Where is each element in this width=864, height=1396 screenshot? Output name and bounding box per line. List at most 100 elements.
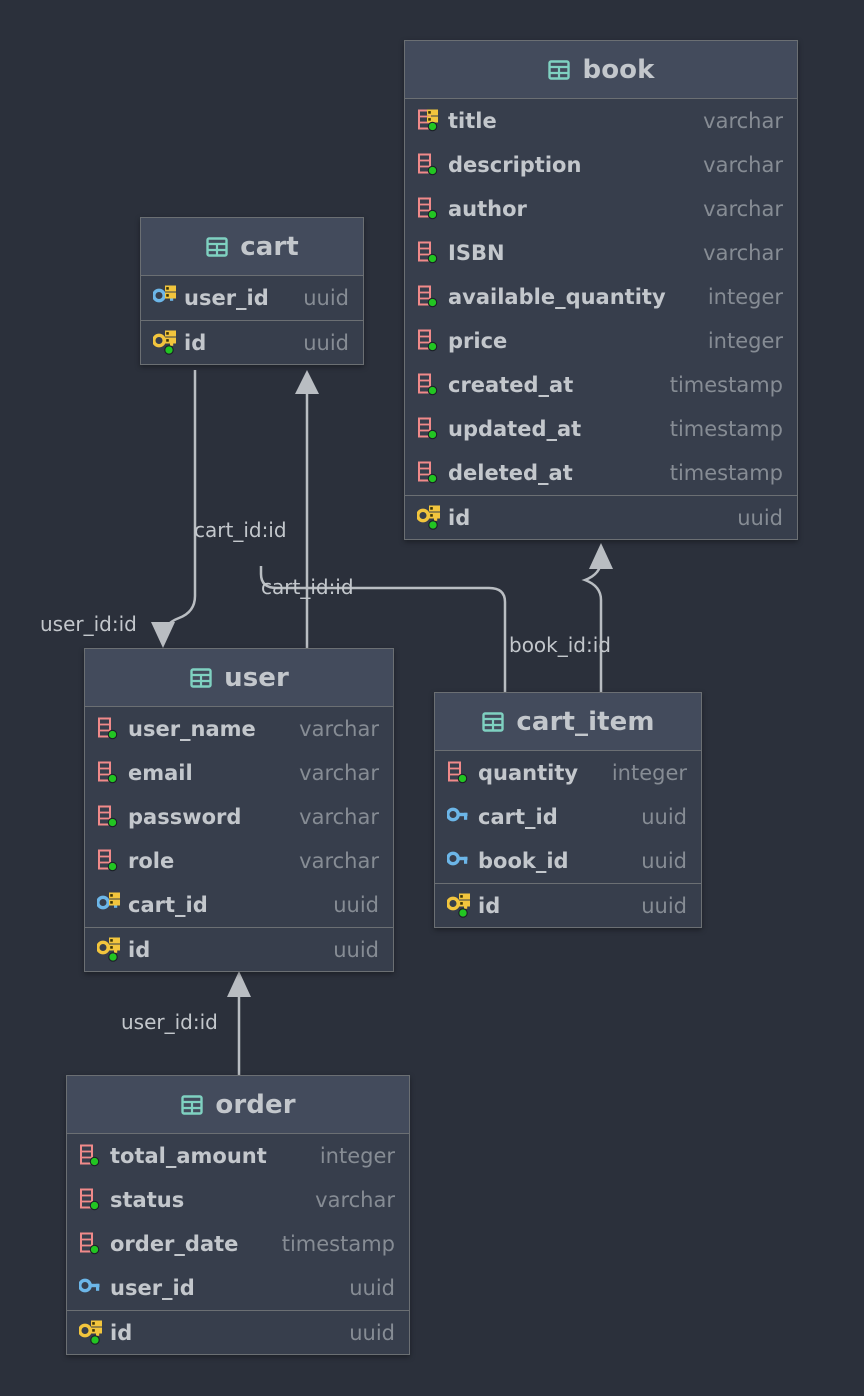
column-name: user_id [110,1276,195,1300]
column-name: book_id [478,849,569,873]
column-name: updated_at [448,417,582,441]
column-row[interactable]: quantity integer [435,751,701,795]
column-row[interactable]: status varchar [67,1178,409,1222]
table-node-order[interactable]: order total_amount integer status varchar ord… [66,1075,410,1355]
foreign-key-indexed-icon [152,285,176,311]
column-name: deleted_at [448,461,573,485]
column-name: id [478,893,501,918]
column-row[interactable]: cart_id uuid [435,795,701,839]
foreign-key-icon [446,804,469,830]
column-row[interactable]: ISBN varchar [405,231,797,275]
table-header-cart_item[interactable]: cart_item [435,693,701,751]
column-type: integer [611,761,687,785]
column-name: id [184,330,207,355]
column-name: user_id [184,286,269,310]
column-name: created_at [448,373,574,397]
table-icon [180,1093,204,1117]
table-header-order[interactable]: order [67,1076,409,1134]
column-name: id [448,505,471,530]
column-name: author [448,197,527,221]
primary-key-row[interactable]: id uuid [141,320,363,364]
column-row[interactable]: book_id uuid [435,839,701,883]
table-node-book[interactable]: book title varchar description varchar author… [404,40,798,540]
primary-key-icon [78,1320,102,1346]
foreign-key-icon [78,1275,101,1301]
column-row[interactable]: deleted_at timestamp [405,451,797,495]
column-type: varchar [299,849,379,873]
column-type: timestamp [669,461,783,485]
column-row[interactable]: cart_id uuid [85,883,393,927]
column-row[interactable]: author varchar [405,187,797,231]
column-icon [97,848,119,874]
column-icon [447,760,469,786]
column-icon [417,460,439,486]
edge-label-cart-id-id-1: cart_id:id [194,518,287,542]
column-row[interactable]: email varchar [85,751,393,795]
table-header-cart[interactable]: cart [141,218,363,276]
column-type: uuid [641,805,687,829]
primary-key-icon [446,893,470,919]
column-icon [417,328,439,354]
column-type: varchar [299,761,379,785]
table-icon [481,710,505,734]
column-name: quantity [478,761,579,785]
primary-key-row[interactable]: id uuid [67,1310,409,1354]
column-type: uuid [333,893,379,917]
column-type: varchar [299,717,379,741]
column-name: role [128,849,175,873]
column-name: cart_id [128,893,208,917]
table-header-book[interactable]: book [405,41,797,99]
column-icon [417,416,439,442]
column-icon [417,196,439,222]
column-type: varchar [299,805,379,829]
column-list: total_amount integer status varchar order_da… [67,1134,409,1354]
table-icon [189,666,213,690]
column-row[interactable]: order_date timestamp [67,1222,409,1266]
edge-cart-user [161,370,197,639]
column-row[interactable]: role varchar [85,839,393,883]
column-name: user_name [128,717,256,741]
arrowhead-book-bottom [589,543,613,569]
table-node-cart[interactable]: cart user_id uuid id uuid [140,217,364,365]
table-node-user[interactable]: user user_name varchar email varchar password… [84,648,394,972]
column-name: status [110,1188,185,1212]
column-type: varchar [703,197,783,221]
arrowhead-cart-bottom [295,370,319,394]
column-type: uuid [333,937,379,962]
column-type: timestamp [669,373,783,397]
table-header-user[interactable]: user [85,649,393,707]
column-row[interactable]: available_quantity integer [405,275,797,319]
primary-key-row[interactable]: id uuid [435,883,701,927]
column-list: user_name varchar email varchar password varc… [85,707,393,971]
column-icon [79,1187,101,1213]
column-icon [417,284,439,310]
column-name: cart_id [478,805,558,829]
primary-key-row[interactable]: id uuid [85,927,393,971]
column-row[interactable]: price integer [405,319,797,363]
column-row[interactable]: password varchar [85,795,393,839]
table-node-cart_item[interactable]: cart_item quantity integer cart_id uuid book_… [434,692,702,928]
column-name: price [448,329,508,353]
column-type: varchar [703,241,783,265]
primary-key-icon [416,505,440,531]
column-row[interactable]: user_name varchar [85,707,393,751]
column-row[interactable]: total_amount integer [67,1134,409,1178]
column-type: timestamp [281,1232,395,1256]
column-row[interactable]: user_id uuid [141,276,363,320]
column-type: uuid [641,849,687,873]
column-icon [79,1143,101,1169]
column-icon [417,152,439,178]
column-row[interactable]: created_at timestamp [405,363,797,407]
edge-cartitem-book [581,559,603,692]
column-row[interactable]: updated_at timestamp [405,407,797,451]
foreign-key-icon [446,848,469,874]
primary-key-icon [96,937,120,963]
primary-key-row[interactable]: id uuid [405,495,797,539]
er-diagram-canvas[interactable]: cart_id:id cart_id:id user_id:id book_id… [0,0,864,1396]
column-indexed-icon [417,108,439,134]
column-row[interactable]: title varchar [405,99,797,143]
column-row[interactable]: description varchar [405,143,797,187]
column-row[interactable]: user_id uuid [67,1266,409,1310]
column-name: id [110,1320,133,1345]
column-type: timestamp [669,417,783,441]
